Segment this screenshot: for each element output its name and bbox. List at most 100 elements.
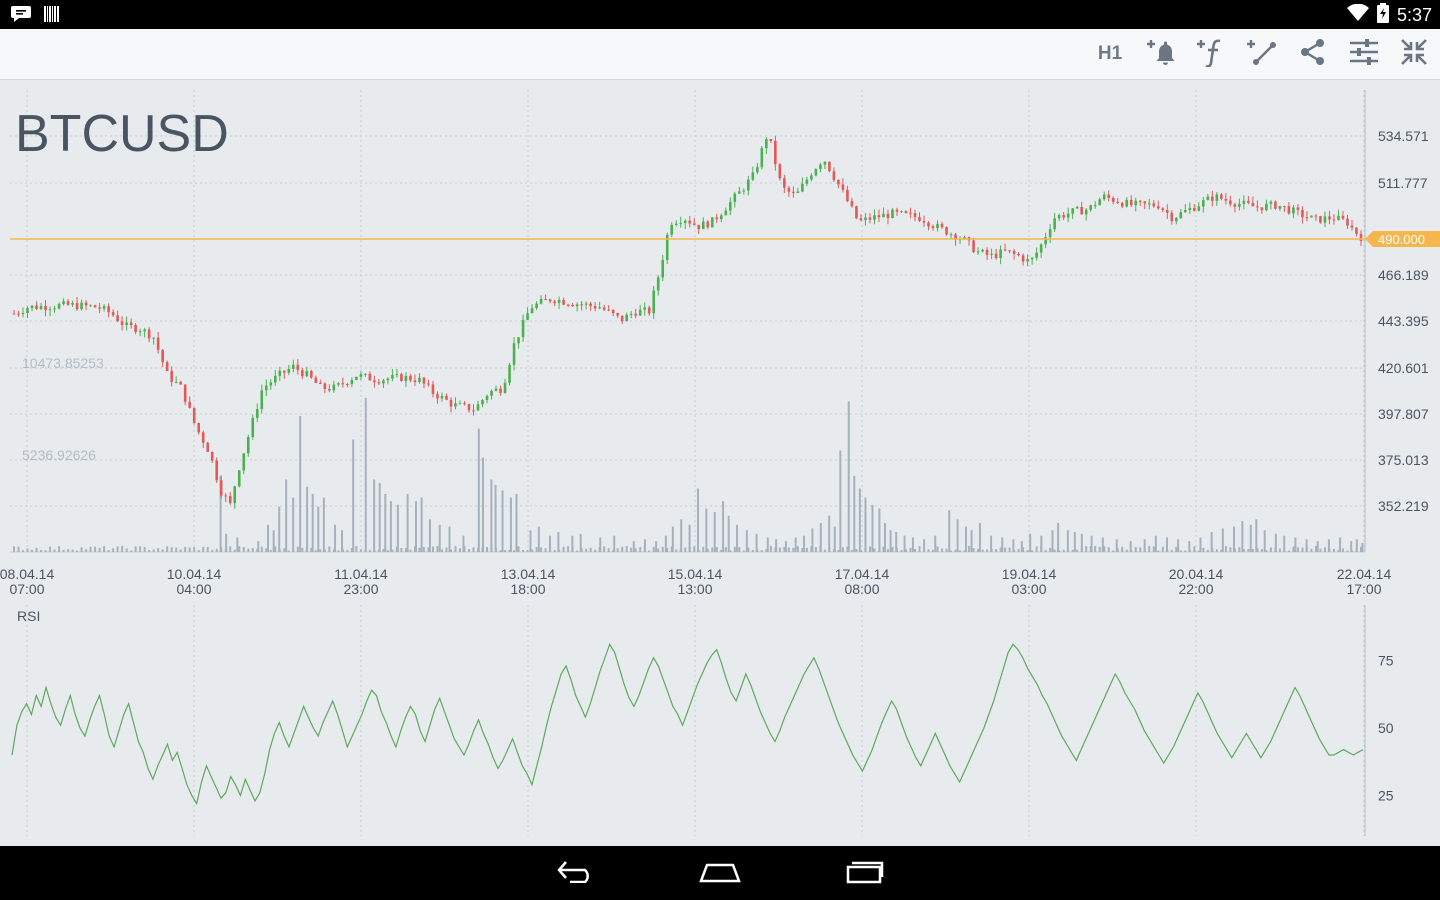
chart-settings-button[interactable]	[1346, 37, 1382, 71]
candle-body	[1111, 197, 1115, 202]
candle-body	[440, 395, 444, 399]
add-trendline-button[interactable]	[1244, 37, 1280, 71]
volume-bar	[1062, 549, 1065, 552]
volume-bar	[738, 547, 741, 552]
candle-body	[985, 249, 989, 255]
volume-bar	[1316, 541, 1319, 552]
volume-bar	[1305, 539, 1308, 552]
volume-bar	[549, 535, 552, 552]
volume-bar	[751, 550, 754, 552]
volume-bar	[406, 493, 409, 552]
candle-body	[1202, 200, 1205, 207]
candle-body	[557, 299, 561, 304]
candle-body	[53, 308, 56, 310]
volume-bar	[1332, 548, 1335, 552]
candle-body	[1071, 208, 1074, 214]
volume-bar	[1004, 547, 1007, 552]
candle-body	[490, 390, 493, 396]
candle-body	[886, 213, 890, 219]
volume-bar	[1001, 537, 1004, 552]
volume-bar	[814, 547, 817, 552]
volume-bar	[833, 526, 836, 552]
volume-bar	[850, 550, 853, 552]
candle-body	[1129, 199, 1133, 206]
candle-body	[319, 383, 322, 385]
candle-body	[427, 383, 430, 385]
volume-bar	[1229, 547, 1232, 552]
volume-bar	[134, 546, 137, 552]
candle-body	[283, 370, 286, 373]
volume-bar	[1224, 546, 1227, 552]
exit-fullscreen-button[interactable]	[1396, 37, 1432, 71]
volume-bar	[513, 550, 516, 552]
add-alert-icon	[1147, 37, 1177, 72]
candle-body	[562, 299, 565, 305]
volume-bar	[188, 547, 191, 552]
price-tick-label: 352.219	[1378, 498, 1429, 514]
chart-canvas[interactable]: BTCUSD 10473.85253 5236.92626 534.571 511…	[0, 80, 1440, 846]
rsi-tick-label: 50	[1378, 720, 1394, 736]
candle-body	[1125, 199, 1129, 207]
add-indicator-button[interactable]	[1194, 37, 1230, 71]
volume-bar	[927, 549, 930, 552]
volume-bar	[722, 501, 725, 552]
volume-bar	[544, 548, 547, 552]
candle-body	[972, 240, 975, 253]
candle-body	[1080, 206, 1083, 215]
candle-body	[278, 370, 282, 376]
volume-bar	[53, 549, 56, 552]
volume-bar	[853, 475, 856, 552]
volume-bar	[1035, 546, 1038, 552]
candle-body	[57, 304, 61, 309]
add-alert-button[interactable]	[1144, 37, 1180, 71]
candle-body	[949, 234, 953, 236]
volume-bar	[995, 549, 998, 552]
volume-bar	[26, 548, 29, 552]
home-button[interactable]	[695, 858, 745, 888]
time-tick-time: 22:00	[1178, 581, 1213, 597]
back-button[interactable]	[551, 858, 601, 888]
price-tick-label: 511.777	[1378, 175, 1428, 191]
volume-bar	[292, 497, 295, 552]
time-tick-time: 08:00	[844, 581, 879, 597]
candle-body	[1165, 210, 1169, 213]
volume-bar	[211, 549, 214, 552]
volume-bar	[1327, 539, 1330, 552]
candle-body	[1039, 244, 1043, 253]
candle-body	[134, 325, 137, 332]
recents-button[interactable]	[840, 858, 890, 888]
candle-body	[391, 374, 394, 379]
candle-body	[21, 313, 25, 315]
volume-bar	[1017, 548, 1020, 552]
share-button[interactable]	[1295, 37, 1331, 71]
volume-bar	[903, 535, 906, 552]
candle-body	[760, 148, 764, 168]
volume-bar	[454, 545, 457, 552]
candle-body	[647, 307, 651, 314]
clock: 5:37	[1396, 5, 1432, 25]
candle-body	[1359, 233, 1363, 242]
candle-body	[1332, 219, 1336, 221]
volume-bar	[1199, 537, 1202, 552]
candle-body	[805, 179, 809, 184]
volume-bar	[775, 539, 778, 552]
candle-body	[251, 417, 255, 438]
volume-bar	[285, 479, 288, 552]
candle-body	[1156, 206, 1160, 209]
candle-body	[832, 171, 836, 180]
candle-body	[120, 321, 124, 326]
candle-body	[674, 223, 678, 225]
candle-body	[1062, 215, 1065, 218]
volume-bar	[265, 548, 268, 552]
chart-area[interactable]: BTCUSD 10473.85253 5236.92626 534.571 511…	[0, 80, 1440, 846]
candle-body	[346, 383, 349, 385]
timeframe-button[interactable]: H1	[1092, 37, 1128, 71]
volume-bar	[1073, 532, 1076, 552]
time-tick-time: 03:00	[1011, 581, 1046, 597]
volume-bar	[1206, 549, 1209, 552]
rsi-axis: 75 50 25	[1378, 653, 1394, 804]
volume-bar	[422, 546, 425, 552]
volume-bar	[760, 549, 763, 552]
volume-bar	[537, 526, 540, 552]
volume-bar	[693, 546, 696, 552]
